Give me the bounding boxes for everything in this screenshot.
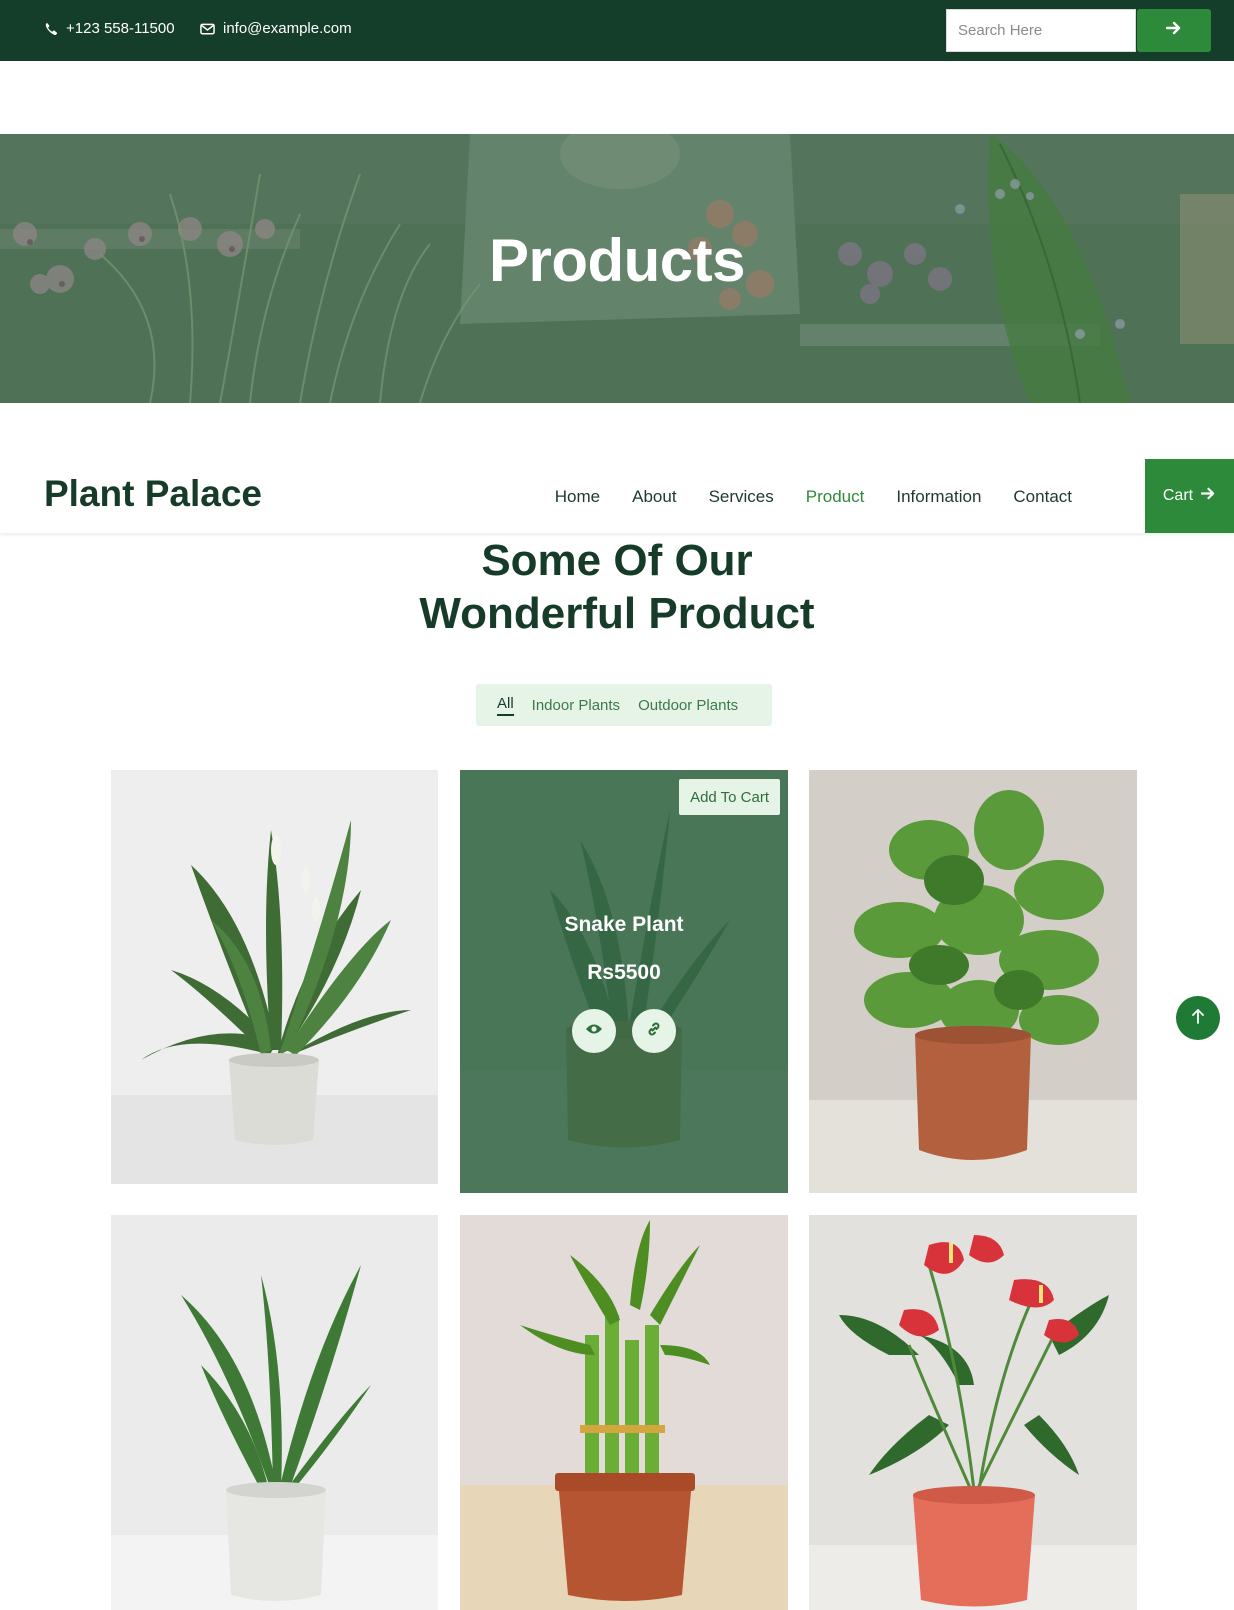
filter-tab-all[interactable]: All: [497, 695, 514, 716]
email-address: info@example.com: [223, 20, 352, 37]
cart-label: Cart: [1162, 487, 1194, 504]
search-input[interactable]: [946, 9, 1136, 52]
nav-item-product[interactable]: Product: [806, 487, 865, 507]
zz-plant-image: [111, 1215, 438, 1610]
fiddle-leaf-fig-image: [809, 770, 1137, 1193]
search-submit-button[interactable]: [1137, 9, 1211, 52]
arrow-right-icon: [1165, 21, 1182, 40]
filter-tab-outdoor-plants[interactable]: Outdoor Plants: [638, 697, 738, 714]
link-icon: [646, 1021, 662, 1042]
product-filter-tabs: All Indoor Plants Outdoor Plants: [476, 684, 772, 726]
product-card[interactable]: [111, 770, 438, 1184]
nav-item-services[interactable]: Services: [709, 487, 774, 507]
product-link-button[interactable]: [632, 1009, 676, 1053]
lucky-bamboo-image: [460, 1215, 788, 1610]
section-title: Some Of Our Wonderful Product: [0, 534, 1234, 640]
phone-number: +123 558-11500: [66, 20, 175, 37]
product-card[interactable]: [809, 770, 1137, 1193]
add-to-cart-button[interactable]: Add To Cart: [679, 779, 780, 815]
product-card[interactable]: [111, 1215, 438, 1610]
page-title: Products: [488, 227, 746, 294]
section-title-line1: Some Of Our: [481, 536, 753, 585]
brand-logo[interactable]: Plant Palace: [44, 473, 262, 515]
nav-item-information[interactable]: Information: [896, 487, 981, 507]
nav-item-about[interactable]: About: [632, 487, 676, 507]
envelope-icon: [200, 23, 215, 35]
quick-view-button[interactable]: [572, 1009, 616, 1053]
nav-item-contact[interactable]: Contact: [1013, 487, 1072, 507]
main-navigation: Plant Palace Home About Services Product…: [0, 459, 1234, 533]
contact-email[interactable]: info@example.com: [200, 20, 352, 37]
contact-phone[interactable]: +123 558-11500: [44, 20, 175, 37]
eye-icon: [585, 1022, 603, 1040]
cart-button[interactable]: Cart: [1145, 459, 1234, 533]
arrow-right-icon: [1200, 487, 1216, 505]
section-title-line2: Wonderful Product: [419, 589, 815, 638]
product-card-hovered[interactable]: Add To Cart Snake Plant Rs5500: [460, 770, 788, 1193]
product-card[interactable]: [460, 1215, 788, 1610]
anthurium-image: [809, 1215, 1137, 1610]
top-bar: +123 558-11500 info@example.com: [0, 0, 1234, 61]
phone-icon: [44, 22, 58, 36]
product-name: Snake Plant: [564, 913, 684, 936]
scroll-to-top-button[interactable]: [1176, 996, 1220, 1040]
peace-lily-image: [111, 770, 438, 1184]
hero-banner: Products: [0, 134, 1234, 403]
nav-menu: Home About Services Product Information …: [555, 487, 1072, 507]
nav-item-home[interactable]: Home: [555, 487, 600, 507]
filter-tab-indoor-plants[interactable]: Indoor Plants: [532, 697, 620, 714]
product-card[interactable]: [809, 1215, 1137, 1610]
product-price: Rs5500: [587, 961, 661, 984]
arrow-up-icon: [1191, 1008, 1205, 1029]
